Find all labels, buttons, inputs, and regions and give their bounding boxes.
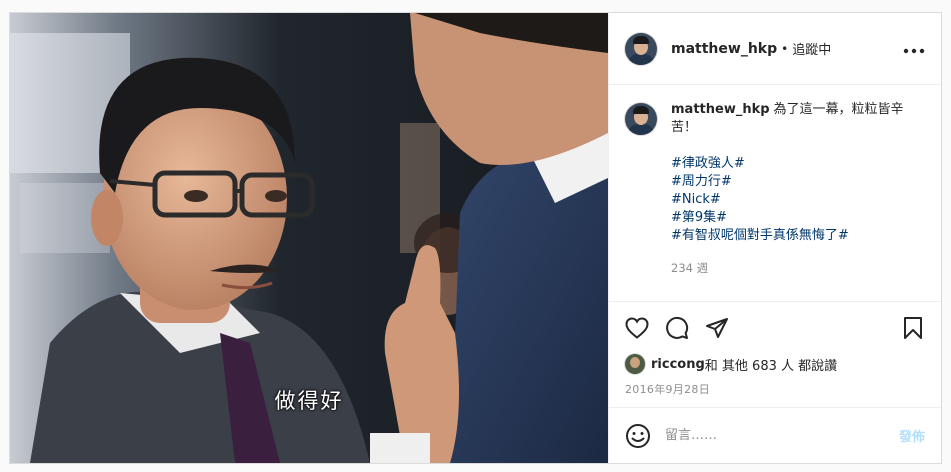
post-date[interactable]: 2016年9月28日 <box>609 375 941 407</box>
hashtag-link[interactable]: #律政強人# <box>671 155 925 173</box>
post-image[interactable]: 做得好 <box>10 13 608 463</box>
hashtag-link[interactable]: #第9集# <box>671 209 925 227</box>
caption-username[interactable]: matthew_hkp <box>671 102 770 117</box>
bookmark-icon[interactable] <box>899 314 927 342</box>
follow-status-button[interactable]: 追蹤中 <box>792 39 831 58</box>
comment-input[interactable] <box>665 428 891 443</box>
post-header: matthew_hkp • 追蹤中 <box>609 13 941 85</box>
comment-icon[interactable] <box>663 314 691 342</box>
caption-body: matthew_hkp 為了這一幕，粒粒皆辛苦！ #律政強人# #周力行# #Ni… <box>671 101 925 277</box>
paper-plane-icon[interactable] <box>703 314 731 342</box>
caption-age[interactable]: 234 週 <box>671 259 925 277</box>
hashtag-link[interactable]: #有智叔呢個對手真係無悔了# <box>671 227 925 245</box>
smiley-icon[interactable] <box>625 423 651 449</box>
header-separator: • <box>781 41 789 56</box>
post-side-panel: matthew_hkp • 追蹤中 matthew_hkp 為了這一幕，粒粒皆辛苦… <box>608 13 941 463</box>
author-username[interactable]: matthew_hkp <box>671 41 777 57</box>
caption-row: matthew_hkp 為了這一幕，粒粒皆辛苦！ #律政強人# #周力行# #Ni… <box>625 101 925 277</box>
author-avatar[interactable] <box>625 32 657 65</box>
hashtag-link[interactable]: #周力行# <box>671 173 925 191</box>
heart-icon[interactable] <box>623 314 651 342</box>
hashtag-list: #律政強人# #周力行# #Nick# #第9集# #有智叔呢個對手真係無悔了# <box>671 155 925 245</box>
likes-count-text[interactable]: 和 其他 683 人 都說讚 <box>705 355 837 374</box>
more-options-icon[interactable] <box>903 38 925 59</box>
liker-username[interactable]: riccong <box>651 357 705 372</box>
caption-avatar[interactable] <box>625 103 657 135</box>
instagram-post: 做得好 matthew_hkp • 追蹤中 matthew_hkp 為了這一幕，粒… <box>9 12 942 464</box>
video-subtitle: 做得好 <box>274 389 344 413</box>
action-bar <box>609 301 941 353</box>
post-comment-button[interactable]: 發佈 <box>899 426 925 445</box>
liker-avatar[interactable] <box>625 354 645 374</box>
comments-section: matthew_hkp 為了這一幕，粒粒皆辛苦！ #律政強人# #周力行# #Ni… <box>609 85 941 301</box>
likes-summary: riccong 和 其他 683 人 都說讚 <box>609 353 941 375</box>
hashtag-link[interactable]: #Nick# <box>671 191 925 209</box>
add-comment-bar: 發佈 <box>609 407 941 463</box>
